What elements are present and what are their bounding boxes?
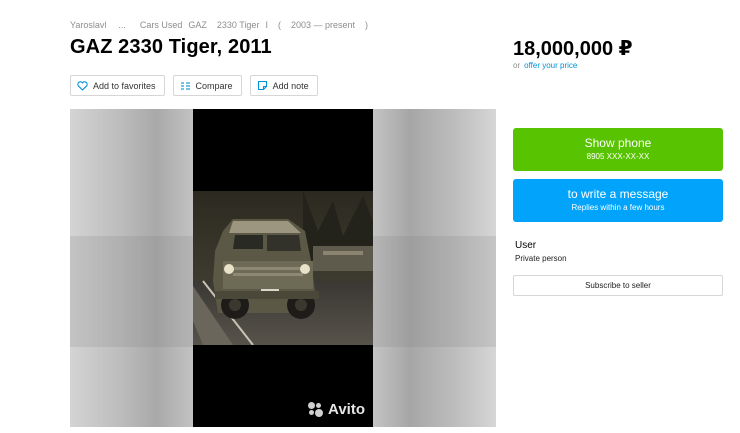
avito-watermark: Avito bbox=[308, 401, 365, 418]
listing-title: GAZ 2330 Tiger, 2011 bbox=[70, 36, 272, 58]
breadcrumb-ellipsis: ... bbox=[118, 20, 126, 30]
add-to-favorites-button[interactable]: Add to favorites bbox=[70, 75, 165, 96]
vehicle-photo bbox=[193, 191, 373, 345]
compare-icon bbox=[180, 81, 191, 91]
compare-button[interactable]: Compare bbox=[172, 75, 242, 96]
compare-label: Compare bbox=[195, 80, 233, 91]
listing-price: 18,000,000 ₽ bbox=[513, 38, 633, 60]
price-offer-row: or offer your price bbox=[513, 61, 577, 70]
show-phone-button[interactable]: Show phone 8905 XXX-XX-XX bbox=[513, 128, 723, 171]
masked-phone-number: 8905 XXX-XX-XX bbox=[586, 152, 650, 161]
write-message-button[interactable]: to write a message Replies within a few … bbox=[513, 179, 723, 222]
offer-price-link[interactable]: offer your price bbox=[524, 61, 577, 70]
add-to-favorites-label: Add to favorites bbox=[93, 80, 156, 91]
add-note-label: Add note bbox=[272, 80, 309, 91]
photo-gallery[interactable]: Avito bbox=[70, 109, 496, 427]
seller-type: Private person bbox=[515, 254, 567, 263]
avito-logo-icon bbox=[308, 401, 324, 418]
breadcrumb-model[interactable]: 2330 Tiger bbox=[217, 20, 260, 30]
heart-icon bbox=[77, 80, 88, 91]
breadcrumb-close-paren: ) bbox=[365, 20, 368, 30]
avito-watermark-text: Avito bbox=[328, 401, 365, 418]
breadcrumb-open-paren: ( bbox=[277, 20, 281, 30]
show-phone-label: Show phone bbox=[584, 136, 652, 150]
write-message-label: to write a message bbox=[567, 187, 669, 201]
reply-time-label: Replies within a few hours bbox=[571, 203, 665, 212]
subscribe-to-seller-button[interactable]: Subscribe to seller bbox=[513, 275, 723, 296]
note-icon bbox=[257, 80, 268, 91]
gallery-blur-right bbox=[373, 109, 496, 427]
breadcrumb-years[interactable]: 2003 — present bbox=[291, 20, 355, 30]
breadcrumb: Yaroslavl ... Cars Used GAZ 2330 Tiger I… bbox=[70, 20, 368, 30]
breadcrumb-brand[interactable]: GAZ bbox=[188, 20, 207, 30]
gallery-main-photo-frame: Avito bbox=[193, 109, 373, 427]
add-note-button[interactable]: Add note bbox=[249, 75, 318, 96]
seller-name[interactable]: User bbox=[515, 240, 536, 251]
gallery-blur-left bbox=[70, 109, 193, 427]
price-or-label: or bbox=[513, 61, 521, 70]
breadcrumb-generation[interactable]: I bbox=[265, 20, 268, 30]
breadcrumb-category[interactable]: Cars Used bbox=[140, 20, 183, 30]
breadcrumb-city[interactable]: Yaroslavl bbox=[70, 20, 106, 30]
listing-actions: Add to favorites Compare Add note bbox=[70, 75, 318, 96]
